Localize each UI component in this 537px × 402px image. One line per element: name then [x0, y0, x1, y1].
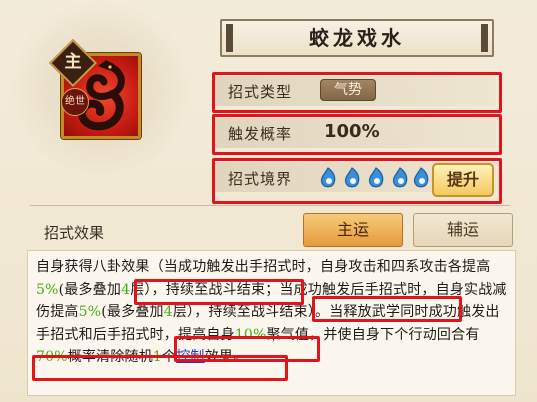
title-plate: 蛟龙戏水	[220, 19, 494, 57]
rarity-badge: 绝世	[61, 88, 89, 116]
tab-aux-skill[interactable]: 辅运	[413, 213, 513, 247]
annotation-box	[212, 72, 502, 113]
annotation-box	[212, 158, 502, 204]
annotation-box	[212, 114, 502, 155]
annotation-box	[312, 296, 462, 322]
effect-section-label: 招式效果	[44, 224, 105, 242]
main-badge-label: 主	[64, 52, 82, 72]
annotation-box	[134, 279, 304, 305]
desc-text: 自身获得八卦效果（当成功触发出手招式时，自身攻击和四系攻击各提高	[36, 259, 491, 275]
desc-text: (最多叠加	[58, 281, 122, 298]
tab-main-skill[interactable]: 主运	[303, 213, 403, 247]
desc-text: (最多叠加	[101, 304, 164, 320]
desc-highlight: 5%	[36, 281, 59, 298]
desc-highlight: 4	[121, 281, 131, 298]
desc-highlight: 5%	[78, 304, 102, 320]
annotation-box	[32, 355, 288, 381]
desc-highlight: 4	[163, 304, 173, 320]
section-divider	[30, 205, 510, 206]
skill-title: 蛟龙戏水	[309, 26, 405, 50]
